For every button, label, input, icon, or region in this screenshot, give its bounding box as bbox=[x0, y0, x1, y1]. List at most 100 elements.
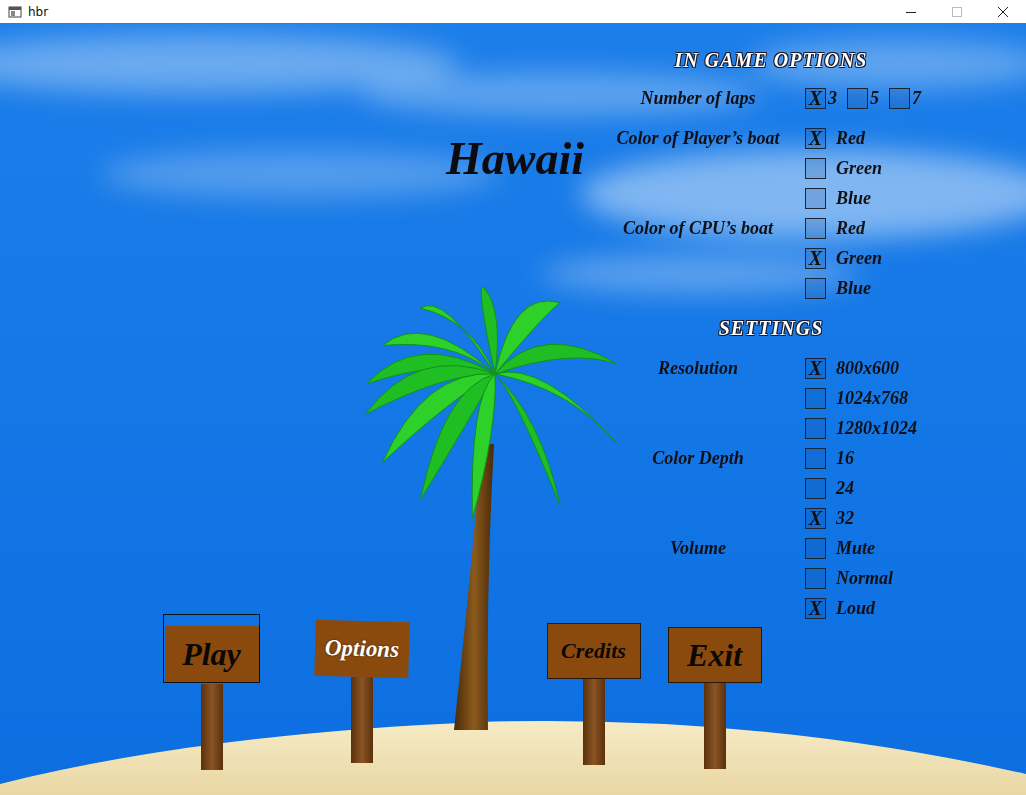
option-group: Color of CPU’s boat Red X Green Blue bbox=[596, 213, 946, 303]
checkbox[interactable]: X bbox=[805, 598, 826, 619]
choice-list: Red X Green Blue bbox=[800, 213, 946, 303]
choice-item[interactable]: 7 bbox=[884, 83, 926, 113]
choice-item[interactable]: X Loud bbox=[800, 593, 946, 623]
choice-label: 24 bbox=[836, 478, 854, 499]
check-mark: X bbox=[809, 358, 822, 378]
choice-label: Red bbox=[836, 218, 865, 239]
option-label: Color of Player’s boat bbox=[596, 123, 800, 213]
checkbox[interactable] bbox=[847, 88, 868, 109]
menu-sign-button[interactable]: Options bbox=[313, 614, 410, 764]
choice-item[interactable]: Mute bbox=[800, 533, 946, 563]
choice-list: X800x600 1024x768 1280x1024 bbox=[800, 353, 946, 443]
option-label: Color Depth bbox=[596, 443, 800, 533]
menu-sign-button[interactable]: Play bbox=[163, 614, 260, 683]
choice-item[interactable]: X 32 bbox=[800, 503, 946, 533]
minimize-button[interactable] bbox=[888, 0, 934, 24]
choice-label: 1024x768 bbox=[836, 388, 908, 409]
close-icon bbox=[998, 7, 1008, 17]
choice-label: Green bbox=[836, 158, 882, 179]
checkbox[interactable] bbox=[805, 388, 826, 409]
sign-label: Options bbox=[324, 635, 399, 663]
choice-item[interactable]: X800x600 bbox=[800, 353, 946, 383]
menu-sign-button[interactable]: Credits bbox=[545, 614, 642, 766]
sign-post bbox=[583, 679, 605, 765]
choice-item[interactable]: Normal bbox=[800, 563, 946, 593]
choice-label: Loud bbox=[836, 598, 875, 619]
sign-label: Credits bbox=[561, 638, 626, 664]
checkbox[interactable] bbox=[805, 448, 826, 469]
checkbox[interactable] bbox=[805, 478, 826, 499]
choice-label: Normal bbox=[836, 568, 893, 589]
option-group: Number of lapsX35 7 bbox=[596, 83, 946, 113]
option-label: Volume bbox=[596, 533, 800, 623]
sign-post bbox=[704, 683, 726, 769]
choice-label: Mute bbox=[836, 538, 875, 559]
window-controls bbox=[888, 0, 1026, 24]
choice-label: 7 bbox=[912, 88, 926, 109]
option-label: Color of CPU’s boat bbox=[596, 213, 800, 303]
app-window-icon bbox=[8, 5, 22, 19]
choice-label: Blue bbox=[836, 278, 871, 299]
option-group: ResolutionX800x600 1024x768 1280x1024 bbox=[596, 353, 946, 443]
checkbox[interactable] bbox=[805, 418, 826, 439]
checkbox[interactable] bbox=[805, 568, 826, 589]
check-mark: X bbox=[809, 248, 822, 268]
checkbox[interactable]: X bbox=[805, 128, 826, 149]
sign-board[interactable]: Options bbox=[314, 620, 409, 678]
maximize-button[interactable] bbox=[934, 0, 980, 24]
checkbox[interactable]: X bbox=[805, 248, 826, 269]
sign-label: Exit bbox=[687, 637, 742, 674]
choice-item[interactable]: 16 bbox=[800, 443, 946, 473]
sign-post bbox=[201, 684, 223, 770]
window-title: hbr bbox=[28, 5, 888, 19]
maximize-icon bbox=[952, 7, 962, 17]
checkbox[interactable]: X bbox=[805, 358, 826, 379]
game-scene: HawaiiIN GAME OPTIONSNumber of lapsX357C… bbox=[0, 24, 1026, 795]
choice-item[interactable]: 24 bbox=[800, 473, 946, 503]
menu-signs: Play Options Credits Exit bbox=[0, 614, 763, 770]
sign-post bbox=[351, 677, 373, 763]
choice-label: 32 bbox=[836, 508, 854, 529]
menu-sign-button[interactable]: Exit bbox=[666, 614, 763, 770]
option-label: Number of laps bbox=[596, 83, 800, 113]
choice-label: 16 bbox=[836, 448, 854, 469]
choice-item[interactable]: XRed bbox=[800, 123, 946, 153]
check-mark: X bbox=[809, 88, 822, 108]
choice-item[interactable]: Blue bbox=[800, 183, 946, 213]
choice-item[interactable]: 1280x1024 bbox=[800, 413, 946, 443]
option-section: ResolutionX800x600 1024x768 1280x1024 Color… bbox=[596, 353, 946, 623]
checkbox[interactable] bbox=[805, 538, 826, 559]
checkbox[interactable] bbox=[805, 158, 826, 179]
option-label: Resolution bbox=[596, 353, 800, 443]
choice-label: Green bbox=[836, 248, 882, 269]
choice-list: X35 7 bbox=[800, 83, 946, 113]
checkbox[interactable] bbox=[889, 88, 910, 109]
check-mark: X bbox=[809, 128, 822, 148]
sign-board[interactable]: Play bbox=[165, 626, 259, 682]
choice-label: 1280x1024 bbox=[836, 418, 917, 439]
choice-item[interactable]: X Green bbox=[800, 243, 946, 273]
sign-board[interactable]: Exit bbox=[668, 627, 762, 683]
checkbox[interactable]: X bbox=[805, 88, 826, 109]
choice-item[interactable]: 5 bbox=[842, 83, 884, 113]
choice-list: XRed Green Blue bbox=[800, 123, 946, 213]
choice-item[interactable]: Blue bbox=[800, 273, 946, 303]
title-bar: hbr bbox=[0, 0, 1026, 24]
checkbox[interactable] bbox=[805, 218, 826, 239]
check-mark: X bbox=[809, 508, 822, 528]
option-group: Color Depth 16 24 X 32 bbox=[596, 443, 946, 533]
choice-item[interactable]: Green bbox=[800, 153, 946, 183]
checkbox[interactable] bbox=[805, 278, 826, 299]
checkbox[interactable]: X bbox=[805, 508, 826, 529]
choice-item[interactable]: Red bbox=[800, 213, 946, 243]
choice-item[interactable]: 1024x768 bbox=[800, 383, 946, 413]
section-heading: SETTINGS bbox=[596, 303, 946, 353]
option-group: Color of Player’s boatXRed Green Blue bbox=[596, 123, 946, 213]
choice-item[interactable]: X3 bbox=[800, 83, 842, 113]
option-group: Volume Mute Normal X Loud bbox=[596, 533, 946, 623]
sign-board[interactable]: Credits bbox=[547, 623, 641, 679]
close-button[interactable] bbox=[980, 0, 1026, 24]
choice-list: 16 24 X 32 bbox=[800, 443, 946, 533]
checkbox[interactable] bbox=[805, 188, 826, 209]
choice-list: Mute Normal X Loud bbox=[800, 533, 946, 623]
